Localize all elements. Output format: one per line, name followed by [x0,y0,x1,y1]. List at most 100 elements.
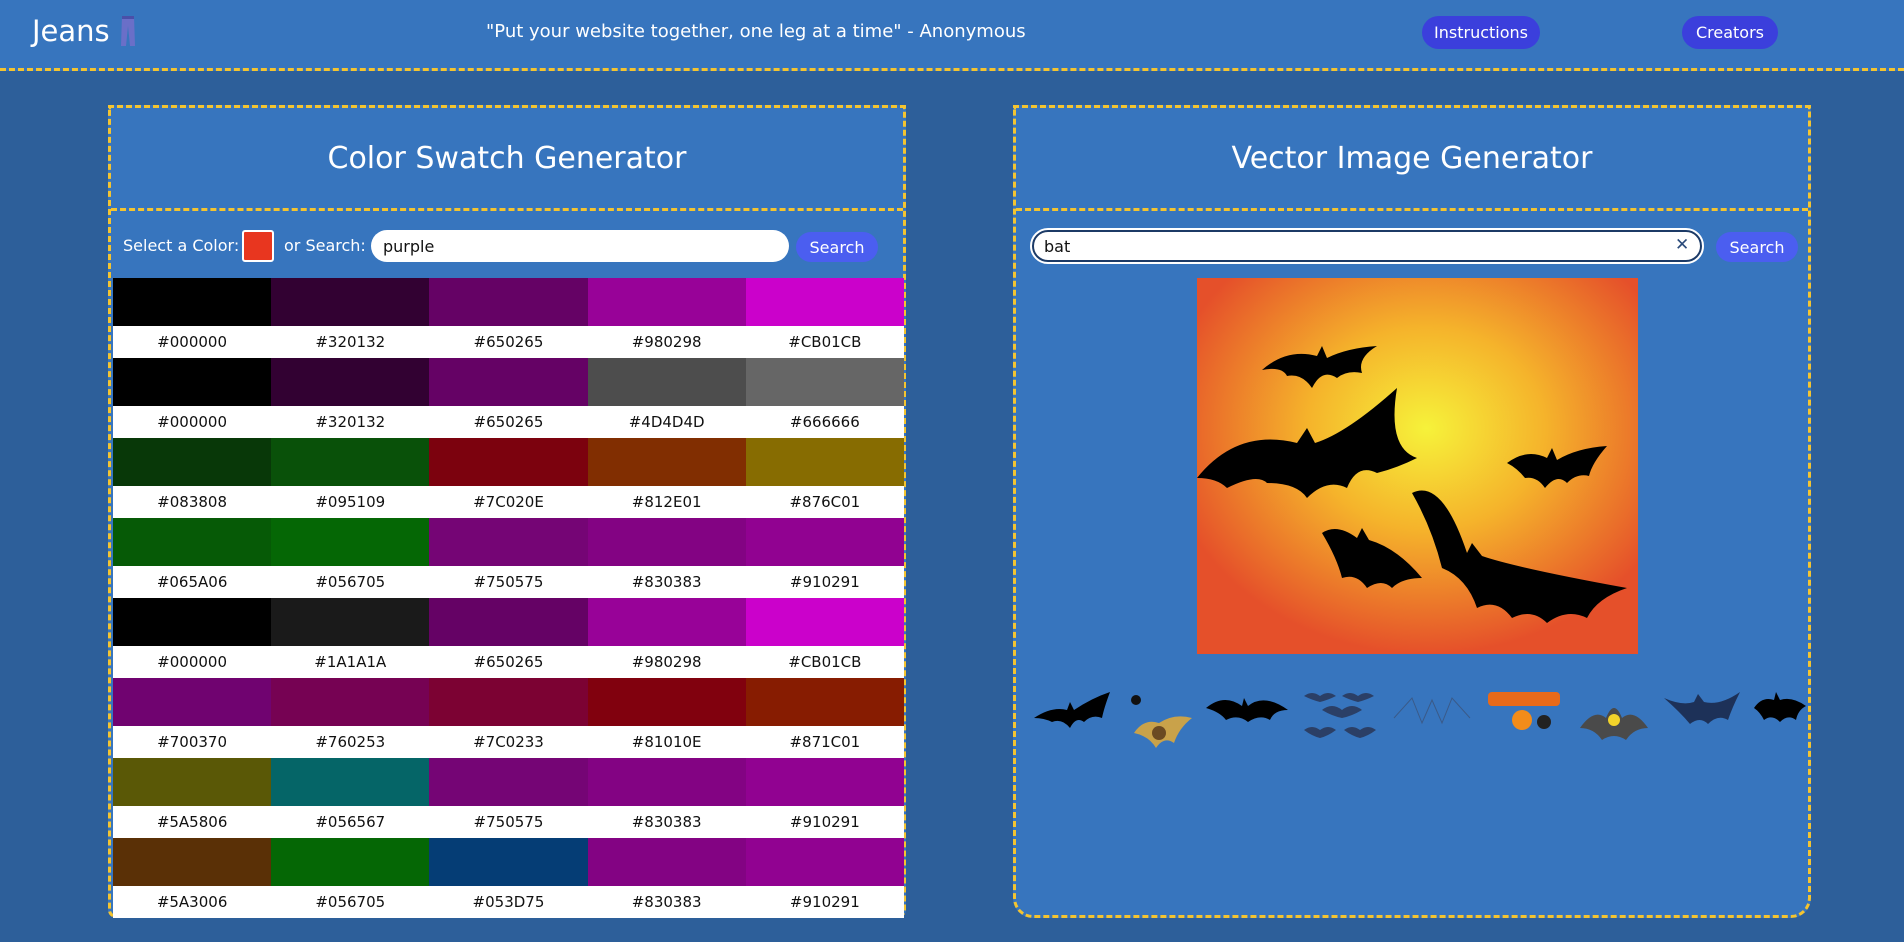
color-block[interactable] [113,438,272,486]
thumbnail-bat[interactable] [1752,688,1808,728]
color-block[interactable] [113,838,272,886]
color-block[interactable] [429,838,588,886]
swatch-cell[interactable]: #5A3006 [113,838,272,918]
color-block[interactable] [745,438,904,486]
swatch-cell[interactable]: #980298 [587,278,746,358]
color-block[interactable] [429,518,588,566]
swatch-cell[interactable]: #830383 [587,838,746,918]
swatch-cell[interactable]: #CB01CB [745,278,904,358]
color-block[interactable] [745,598,904,646]
color-picker[interactable] [242,230,274,262]
swatch-cell[interactable]: #760253 [271,678,430,758]
swatch-cell[interactable]: #81010E [587,678,746,758]
swatch-cell[interactable]: #CB01CB [745,598,904,678]
swatch-cell[interactable]: #095109 [271,438,430,518]
color-block[interactable] [745,678,904,726]
logo[interactable]: Jeans [32,14,136,48]
swatch-cell[interactable]: #7C020E [429,438,588,518]
swatch-cell[interactable]: #5A5806 [113,758,272,838]
color-block[interactable] [429,278,588,326]
color-block[interactable] [113,678,272,726]
color-block[interactable] [429,758,588,806]
hex-label: #095109 [271,486,430,518]
swatch-cell[interactable]: #876C01 [745,438,904,518]
color-block[interactable] [745,518,904,566]
swatch-cell[interactable]: #910291 [745,838,904,918]
swatch-cell[interactable]: #650265 [429,358,588,438]
instructions-button[interactable]: Instructions [1422,16,1540,49]
swatch-cell[interactable]: #000000 [113,278,272,358]
vector-search-button[interactable]: Search [1716,232,1798,262]
vector-search-input[interactable] [1030,228,1704,264]
color-search-input[interactable] [371,230,789,262]
color-block[interactable] [587,518,746,566]
thumbnail-bat-swarm[interactable] [1302,688,1382,743]
swatch-cell[interactable]: #320132 [271,358,430,438]
swatch-cell[interactable]: #4D4D4D [587,358,746,438]
thumbnail-bat[interactable] [1032,688,1112,733]
swatch-cell[interactable]: #1A1A1A [271,598,430,678]
color-block[interactable] [745,758,904,806]
color-block[interactable] [271,278,430,326]
color-block[interactable] [429,358,588,406]
swatch-cell[interactable]: #666666 [745,358,904,438]
swatch-cell[interactable]: #083808 [113,438,272,518]
thumbnail-bat-with-spider[interactable] [1124,688,1194,758]
color-block[interactable] [587,758,746,806]
color-block[interactable] [429,438,588,486]
color-block[interactable] [271,678,430,726]
swatch-cell[interactable]: #000000 [113,598,272,678]
swatch-cell[interactable]: #830383 [587,518,746,598]
color-block[interactable] [745,358,904,406]
thumbnail-blue-bat[interactable] [1662,688,1742,733]
thumbnail-bat[interactable] [1204,688,1290,728]
swatch-cell[interactable]: #700370 [113,678,272,758]
color-search-button[interactable]: Search [796,232,878,262]
color-block[interactable] [587,598,746,646]
swatch-cell[interactable]: #056567 [271,758,430,838]
color-block[interactable] [587,278,746,326]
color-block[interactable] [113,518,272,566]
swatch-cell[interactable]: #650265 [429,598,588,678]
color-block[interactable] [587,838,746,886]
color-block[interactable] [271,598,430,646]
swatch-cell[interactable]: #750575 [429,758,588,838]
swatch-cell[interactable]: #910291 [745,758,904,838]
thumbnail-cartoon-bat[interactable] [1576,688,1652,748]
swatch-cell[interactable]: #320132 [271,278,430,358]
close-icon[interactable]: ✕ [1675,235,1689,255]
color-block[interactable] [113,598,272,646]
swatch-cell[interactable]: #650265 [429,278,588,358]
color-block[interactable] [271,838,430,886]
color-block[interactable] [271,438,430,486]
swatch-cell[interactable]: #830383 [587,758,746,838]
swatch-cell[interactable]: #053D75 [429,838,588,918]
swatch-cell[interactable]: #056705 [271,518,430,598]
color-block[interactable] [429,678,588,726]
color-block[interactable] [587,678,746,726]
swatch-cell[interactable]: #7C0233 [429,678,588,758]
color-block[interactable] [271,758,430,806]
color-block[interactable] [587,358,746,406]
color-block[interactable] [271,358,430,406]
swatch-cell[interactable]: #871C01 [745,678,904,758]
creators-button[interactable]: Creators [1682,16,1778,49]
swatch-cell[interactable]: #056705 [271,838,430,918]
color-block[interactable] [429,598,588,646]
swatch-cell[interactable]: #750575 [429,518,588,598]
color-block[interactable] [113,278,272,326]
color-block[interactable] [113,758,272,806]
color-block[interactable] [745,278,904,326]
panel-title: Color Swatch Generator [111,108,903,211]
thumbnail-bat-skeleton[interactable] [1392,688,1472,733]
color-block[interactable] [745,838,904,886]
thumbnail-halloween-text-pumpkin[interactable] [1484,688,1564,733]
color-block[interactable] [113,358,272,406]
color-block[interactable] [587,438,746,486]
swatch-cell[interactable]: #910291 [745,518,904,598]
color-block[interactable] [271,518,430,566]
swatch-cell[interactable]: #980298 [587,598,746,678]
swatch-cell[interactable]: #000000 [113,358,272,438]
swatch-cell[interactable]: #812E01 [587,438,746,518]
swatch-cell[interactable]: #065A06 [113,518,272,598]
